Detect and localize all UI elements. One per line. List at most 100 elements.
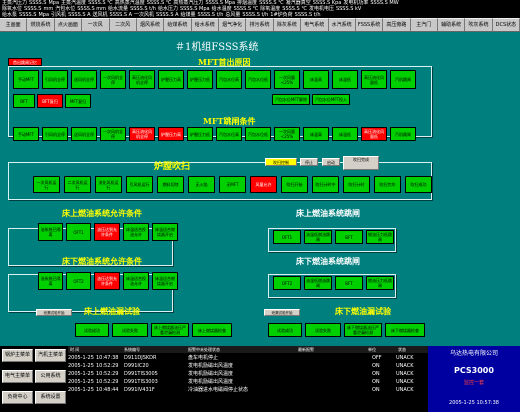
alarm-cell: UNACK — [396, 379, 414, 385]
nav-tab[interactable]: 给煤系统 — [164, 18, 192, 31]
nav-tab[interactable]: 烟风系统 — [136, 18, 165, 31]
reset-box[interactable]: 汽包水位MFT投入 — [312, 94, 350, 105]
alarm-cell: 10:52:29 — [96, 363, 119, 369]
nav-tab[interactable]: 电气系统 — [301, 18, 329, 31]
mft-first-out-button[interactable]: 首出跳闸记忆 — [8, 58, 42, 66]
alarm-cell: UNACK — [396, 355, 414, 361]
alarm-cell: 10:48:44 — [96, 387, 119, 393]
status-box: 二次风机运行 — [64, 176, 91, 193]
alarm-cell: ON — [372, 379, 380, 385]
status-box: 床温低 — [332, 70, 358, 89]
alarm-row[interactable]: 2005-1-25 10:48:44 D991IV431F 冷油器进水电磁阀停止状态 O… — [68, 387, 428, 394]
status-box: 一次风机全停 — [100, 70, 126, 89]
product-name: PCS3000 — [454, 366, 494, 375]
menu-button[interactable]: 系统设置 — [35, 391, 66, 404]
alarm-cell: UNACK — [396, 387, 414, 393]
reset-box[interactable]: BFT复归 — [37, 94, 63, 108]
purge-control-button[interactable]: 吹扫控制 — [265, 158, 297, 166]
condition-box: 床温适合投油允许 — [123, 272, 149, 290]
condition-box: OFT1 — [66, 223, 91, 241]
status-box: 一次风量<25% — [274, 127, 300, 141]
company-name: 乌达热电有限公司 — [449, 350, 498, 357]
s5-leak-test-button[interactable]: 泄漏试验开始 — [36, 309, 72, 316]
condition-box: 油系统已隔离 — [38, 272, 63, 290]
status-box: 床温低 — [332, 127, 358, 141]
status-box: 手动MFT — [13, 70, 39, 89]
condition-box: 床温适合燃烧器开启 — [152, 223, 178, 241]
nav-tab[interactable]: FSSS系统 — [355, 18, 384, 31]
status-box: 引风机运行 — [126, 176, 153, 193]
nav-tab[interactable]: DCS状态 — [492, 18, 520, 31]
nav-tab[interactable]: 燃烧系统 — [27, 18, 55, 31]
nav-tab[interactable]: 高压旁路 — [383, 18, 411, 31]
reset-box[interactable]: MFT复归 — [65, 94, 91, 108]
nav-tab[interactable]: 给水系统 — [191, 18, 219, 31]
alarm-row[interactable]: 2005-1-25 10:52:29 D991TIS3003 发电机励磁出风温度 ON U… — [68, 379, 428, 386]
s3-title: 床下燃油系统允许条件 — [62, 256, 142, 266]
s1-title: 床上燃油系统允许条件 — [62, 208, 142, 218]
s6-leak-test-button[interactable]: 泄漏试验开始 — [264, 309, 300, 316]
nav-tab[interactable]: 一次风 — [82, 18, 110, 31]
menu-button[interactable]: 锅炉主菜单 — [2, 349, 33, 362]
nav-tab[interactable]: 排污系统 — [246, 18, 274, 31]
leak-box: 试验失败 — [112, 323, 148, 337]
nav-tab[interactable]: 二次风 — [109, 18, 137, 31]
status-box: 炉膛压力低 — [187, 70, 213, 89]
status-box: 一次风机全停 — [100, 127, 126, 141]
alarm-cell: 2005-1-25 — [68, 355, 94, 361]
status-box: 床温高 — [303, 70, 329, 89]
status-box: 高压流化风机全停 — [129, 127, 155, 141]
alarm-cell: 盘车电机停止 — [188, 355, 219, 361]
alarm-column-header: 报警中未处理状态 — [188, 347, 220, 352]
alarm-cell: UNACK — [396, 363, 414, 369]
reset-box: BFT — [13, 94, 35, 108]
alarm-area: 时 间 系统编号 报警中未处理状态 最新报警 单位 状态 乌达热电有限公司 PCS3000… — [0, 346, 520, 412]
nav-tab[interactable]: 辅助系统 — [438, 18, 466, 31]
nav-tab[interactable]: 水汽系统 — [328, 18, 356, 31]
nav-tab[interactable]: 主画面 — [0, 18, 28, 31]
clock: 2005-1-25 10:57:38 — [449, 400, 499, 406]
alarm-column-header: 系统编号 — [124, 347, 140, 352]
alarm-cell: 10:52:29 — [96, 379, 119, 385]
menu-button[interactable]: 汽机主菜单 — [35, 349, 66, 362]
leak-box: 床上燃烧器检查 — [192, 323, 232, 337]
s5-title: 床上燃油漏试验 — [84, 306, 140, 316]
condition-box: 床温适合投油允许 — [123, 223, 149, 241]
alarm-cell: 10:47:38 — [96, 355, 119, 361]
status-box: 吹扫完毕 — [374, 176, 401, 193]
alarm-cell: 2005-1-25 — [68, 363, 94, 369]
menu-button[interactable]: 电气主菜单 — [2, 370, 33, 383]
alarm-cell: 发电机励磁出风温度 — [188, 363, 234, 369]
s2-title: 床上燃油系统跳闸 — [296, 208, 360, 218]
alarm-column-header: 最新报警 — [298, 347, 314, 352]
purge-stop-button[interactable]: 停止 — [300, 158, 318, 166]
status-box: 汽包水位低 — [245, 70, 271, 89]
nav-tab[interactable]: 点火画面 — [54, 18, 83, 31]
nav-tab[interactable]: 吹灰系统 — [465, 18, 493, 31]
company-panel: 乌达热电有限公司 PCS3000 监控一套 2005-1-25 10:57:38 — [428, 346, 520, 412]
menu-button[interactable]: 负荷中心 — [2, 391, 33, 404]
leak-box: 床上燃烧器油压严重泄漏检测 — [151, 323, 189, 337]
condition-box: 床温适合燃烧器开启 — [152, 272, 178, 290]
trip-box: 油温低燃油跳闸 — [304, 230, 332, 244]
trip-box: OFT2 — [273, 276, 301, 290]
reset-box[interactable]: 汽包水位MFT解除 — [272, 94, 310, 105]
leak-box: 床下燃烧器油压严重泄漏检测 — [344, 323, 382, 337]
header-cell: SSSS.S MW — [370, 0, 399, 6]
nav-tab[interactable]: 主汽门 — [410, 18, 438, 31]
s6-title: 床下燃油漏试验 — [335, 306, 391, 316]
alarm-cell: 发电机励磁出风温度 — [188, 371, 234, 377]
menu-button[interactable]: 公用系统 — [35, 370, 66, 383]
status-box: 床温高 — [303, 127, 329, 141]
condition-box: OFT2 — [66, 272, 91, 290]
alarm-row[interactable]: 2005-1-25 10:47:38 D911DJSKDR 盘车电机停止 OFF UNAC… — [68, 355, 428, 362]
alarm-row[interactable]: 2005-1-25 10:52:29 D991IC20 发电机励磁出风温度 ON UNAC… — [68, 363, 428, 370]
purge-start-button[interactable]: 启动 — [322, 158, 340, 166]
nav-tab[interactable]: 烟气净化 — [219, 18, 247, 31]
trip-box: 油温低燃油跳闸 — [304, 276, 332, 290]
nav-tab[interactable]: 除灰系统 — [273, 18, 302, 31]
alarm-cell: 2005-1-25 — [68, 387, 94, 393]
status-box: 汽包水位高 — [216, 70, 242, 89]
alarm-row[interactable]: 2005-1-25 10:52:29 D991TIS3005 发电机励磁出风温度 ON U… — [68, 371, 428, 378]
purge-complete-button[interactable]: 吹扫完成 — [343, 156, 379, 170]
